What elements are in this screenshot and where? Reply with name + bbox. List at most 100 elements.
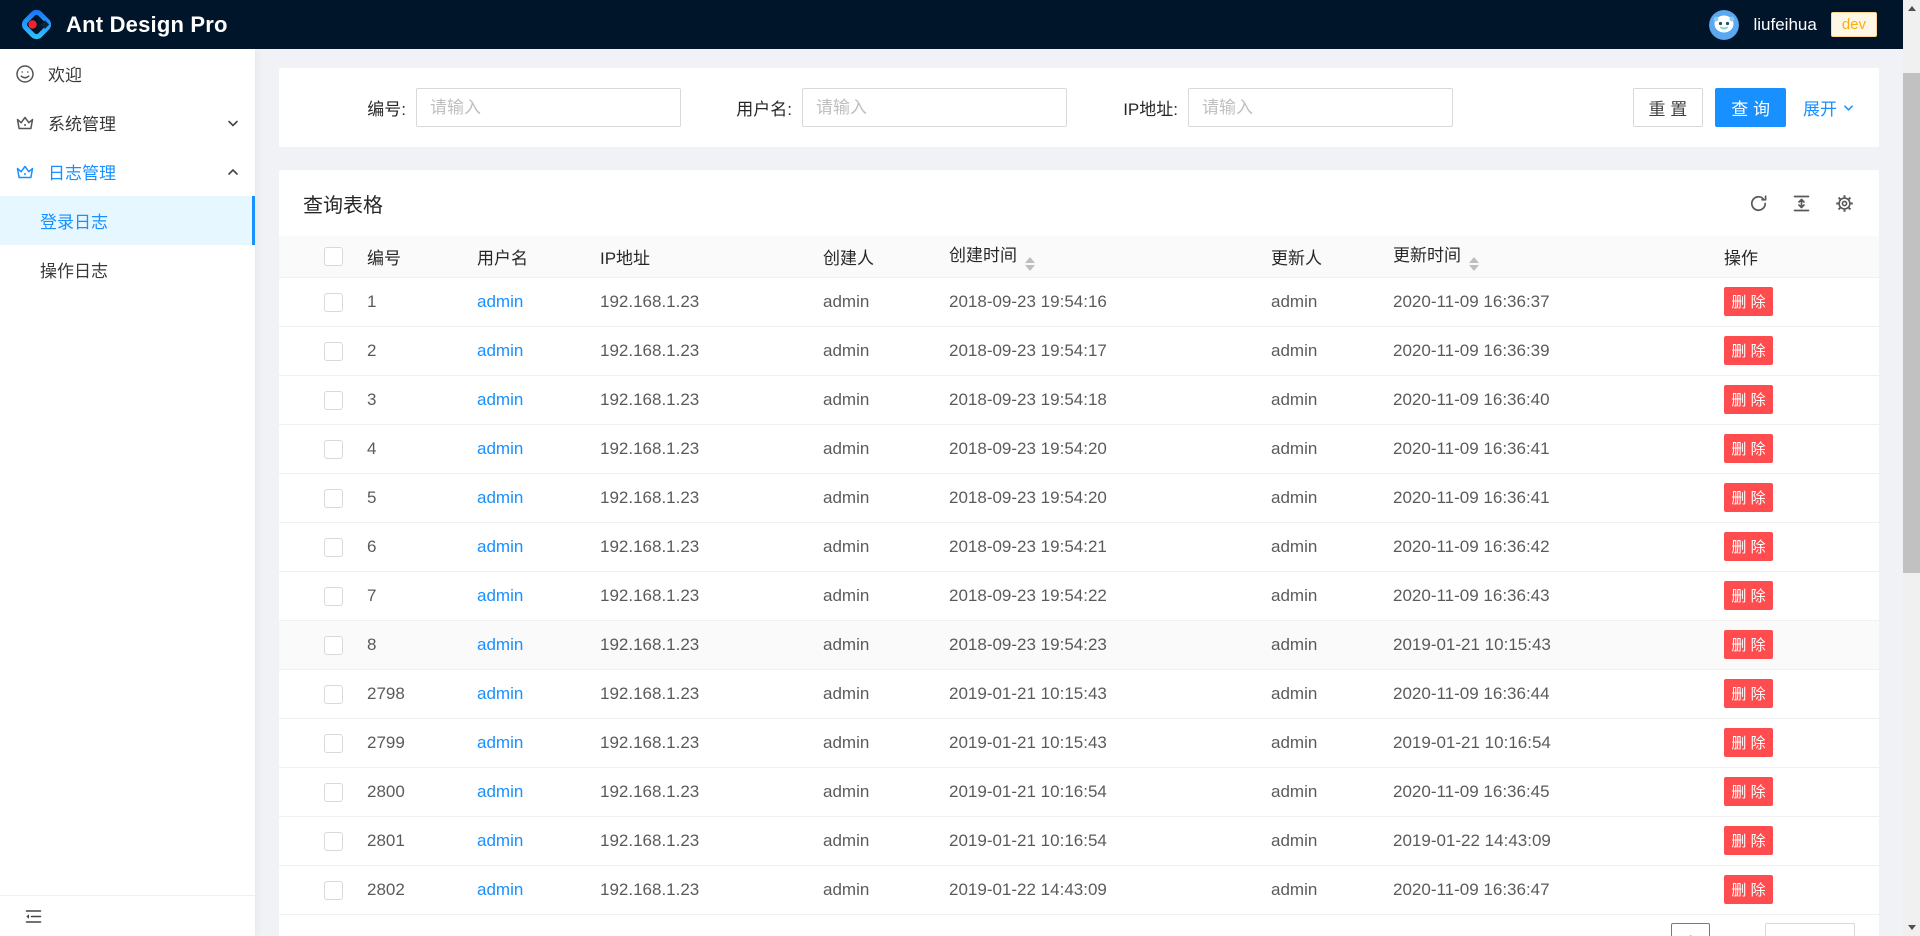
- cell-update-time: 2020-11-09 16:36:43: [1369, 571, 1700, 620]
- sidebar-item-label: 系统管理: [48, 110, 116, 135]
- delete-button[interactable]: 删 除: [1724, 826, 1773, 855]
- username-link[interactable]: admin: [477, 292, 523, 311]
- scroll-up-arrow-icon[interactable]: [1903, 0, 1920, 17]
- row-checkbox[interactable]: [324, 734, 343, 753]
- reset-button[interactable]: 重 置: [1633, 88, 1704, 127]
- row-checkbox-cell: [279, 375, 343, 424]
- scrollbar-thumb[interactable]: [1903, 73, 1920, 573]
- username-link[interactable]: admin: [477, 341, 523, 360]
- row-checkbox[interactable]: [324, 832, 343, 851]
- cell-action: 删 除: [1700, 473, 1879, 522]
- scroll-down-arrow-icon[interactable]: [1903, 919, 1920, 936]
- delete-button[interactable]: 删 除: [1724, 483, 1773, 512]
- delete-button[interactable]: 删 除: [1724, 581, 1773, 610]
- delete-button[interactable]: 删 除: [1724, 287, 1773, 316]
- sort-icon[interactable]: [1469, 257, 1479, 271]
- table-row: 1admin192.168.1.23admin2018-09-23 19:54:…: [279, 277, 1879, 326]
- username-link[interactable]: admin: [477, 390, 523, 409]
- logo-area[interactable]: Ant Design Pro: [20, 8, 228, 41]
- id-field[interactable]: [416, 88, 681, 127]
- cell-update-time: 2019-01-22 14:43:09: [1369, 816, 1700, 865]
- cell-username: admin: [453, 865, 576, 914]
- table-row: 2801admin192.168.1.23admin2019-01-21 10:…: [279, 816, 1879, 865]
- next-page-button[interactable]: [1718, 923, 1757, 936]
- username-link[interactable]: admin: [477, 684, 523, 703]
- cell-username: admin: [453, 473, 576, 522]
- row-checkbox[interactable]: [324, 685, 343, 704]
- settings-icon[interactable]: [1834, 193, 1855, 214]
- row-checkbox[interactable]: [324, 587, 343, 606]
- sidebar-item-log-management[interactable]: 日志管理: [0, 147, 255, 196]
- delete-button[interactable]: 删 除: [1724, 679, 1773, 708]
- delete-button[interactable]: 删 除: [1724, 777, 1773, 806]
- row-checkbox[interactable]: [324, 440, 343, 459]
- sort-icon[interactable]: [1025, 257, 1035, 271]
- ip-field[interactable]: [1188, 88, 1453, 127]
- delete-button[interactable]: 删 除: [1724, 875, 1773, 904]
- username-link[interactable]: admin: [477, 880, 523, 899]
- cell-creator: admin: [799, 865, 925, 914]
- column-height-icon[interactable]: [1791, 193, 1812, 214]
- select-all-checkbox[interactable]: [324, 247, 343, 266]
- row-checkbox[interactable]: [324, 636, 343, 655]
- row-checkbox[interactable]: [324, 489, 343, 508]
- cell-updater: admin: [1247, 473, 1369, 522]
- sidebar-item-label: 登录日志: [40, 208, 108, 233]
- table-header-row: 编号 用户名 IP地址 创建人 创建时间 更新人 更新时间 操作: [279, 236, 1879, 277]
- table-row: 2799admin192.168.1.23admin2019-01-21 10:…: [279, 718, 1879, 767]
- username-link[interactable]: admin: [477, 586, 523, 605]
- username-link[interactable]: admin: [477, 439, 523, 458]
- username-field[interactable]: [802, 88, 1067, 127]
- delete-button[interactable]: 删 除: [1724, 728, 1773, 757]
- table-row: 2admin192.168.1.23admin2018-09-23 19:54:…: [279, 326, 1879, 375]
- cell-action: 删 除: [1700, 424, 1879, 473]
- menu-fold-icon[interactable]: [24, 906, 45, 927]
- column-header-action: 操作: [1700, 236, 1879, 277]
- sidebar-menu: 欢迎 系统管理 日志管理: [0, 49, 255, 294]
- delete-button[interactable]: 删 除: [1724, 630, 1773, 659]
- app-title: Ant Design Pro: [66, 12, 228, 38]
- page-size-select[interactable]: [1765, 923, 1855, 936]
- sidebar-item-system-management[interactable]: 系统管理: [0, 98, 255, 147]
- current-page-button[interactable]: 1: [1671, 923, 1710, 936]
- row-checkbox[interactable]: [324, 538, 343, 557]
- cell-creator: admin: [799, 571, 925, 620]
- delete-button[interactable]: 删 除: [1724, 336, 1773, 365]
- row-checkbox[interactable]: [324, 881, 343, 900]
- username-link[interactable]: admin: [477, 831, 523, 850]
- row-checkbox[interactable]: [324, 783, 343, 802]
- row-checkbox[interactable]: [324, 342, 343, 361]
- user-name[interactable]: liufeihua: [1753, 15, 1816, 35]
- cell-username: admin: [453, 424, 576, 473]
- delete-button[interactable]: 删 除: [1724, 434, 1773, 463]
- reload-icon[interactable]: [1748, 193, 1769, 214]
- table-title: 查询表格: [303, 189, 383, 218]
- cell-creator: admin: [799, 375, 925, 424]
- delete-button[interactable]: 删 除: [1724, 385, 1773, 414]
- username-link[interactable]: admin: [477, 782, 523, 801]
- smile-icon: [15, 64, 35, 84]
- table-body: 1admin192.168.1.23admin2018-09-23 19:54:…: [279, 277, 1879, 914]
- sidebar-item-operation-log[interactable]: 操作日志: [0, 245, 255, 294]
- user-avatar[interactable]: [1709, 10, 1739, 40]
- column-header-update-time[interactable]: 更新时间: [1369, 236, 1700, 277]
- pagination: 1: [279, 923, 1855, 936]
- row-checkbox[interactable]: [324, 391, 343, 410]
- cell-id: 2800: [343, 767, 453, 816]
- username-link[interactable]: admin: [477, 733, 523, 752]
- username-link[interactable]: admin: [477, 635, 523, 654]
- prev-page-button[interactable]: [1624, 923, 1663, 936]
- column-header-create-time[interactable]: 创建时间: [925, 236, 1247, 277]
- row-checkbox[interactable]: [324, 293, 343, 312]
- cell-action: 删 除: [1700, 767, 1879, 816]
- username-link[interactable]: admin: [477, 537, 523, 556]
- username-link[interactable]: admin: [477, 488, 523, 507]
- cell-ip: 192.168.1.23: [576, 669, 799, 718]
- query-button[interactable]: 查 询: [1715, 88, 1786, 127]
- cell-username: admin: [453, 718, 576, 767]
- sidebar-item-login-log[interactable]: 登录日志: [0, 196, 255, 245]
- sidebar-item-welcome[interactable]: 欢迎: [0, 49, 255, 98]
- expand-link[interactable]: 展开: [1803, 95, 1855, 120]
- delete-button[interactable]: 删 除: [1724, 532, 1773, 561]
- cell-ip: 192.168.1.23: [576, 718, 799, 767]
